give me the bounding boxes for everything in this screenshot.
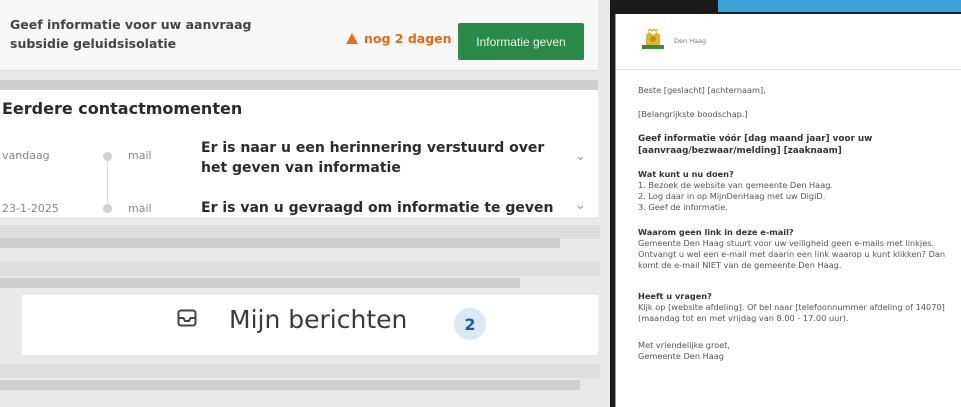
municipality-crest-logo [642,29,664,49]
contact-date: vandaag [2,149,50,162]
contact-item[interactable]: vandaag mail Er is naar u een herinnerin… [0,136,598,180]
email-sender: Gemeente Den Haag [638,351,724,361]
task-card: Geef informatie voor uw aanvraag subsidi… [0,0,598,71]
contact-moments-title: Eerdere contactmomenten [2,99,243,118]
background-rail [0,364,600,378]
contact-moments-card: Eerdere contactmomenten vandaag mail Er … [0,90,598,217]
chevron-down-icon[interactable]: ⌄ [575,198,586,213]
background-rail [0,278,520,288]
email-preview: Den Haag Beste [geslacht] [achternaam], … [615,14,961,407]
questions-title: Heeft u vragen? [638,291,712,301]
what-title: Wat kunt u nu doen? [638,169,734,179]
background-rail [0,262,600,276]
step-item: 1. Bezoek de website van gemeente Den Ha… [638,180,834,190]
deadline-badge: nog 2 dagen [346,31,452,46]
background-rail [0,238,560,248]
warning-icon [346,33,358,44]
my-messages-button[interactable]: Mijn berichten 2 [22,295,598,355]
no-link-text: Gemeente Den Haag stuurt voor uw veiligh… [638,238,946,270]
chevron-down-icon[interactable]: ⌄ [575,149,586,164]
no-link-title: Waarom geen link in deze e-mail? [638,227,794,237]
timeline-dot [103,152,112,161]
email-top-bar [718,0,961,12]
steps-list: 1. Bezoek de website van gemeente Den Ha… [638,180,958,213]
email-header: Den Haag [616,14,961,70]
organisation-name: Den Haag [674,37,707,45]
task-title: Geef informatie voor uw aanvraag subsidi… [10,17,252,51]
deadline-text: nog 2 dagen [364,31,452,46]
step-item: 2. Log daar in op MijnDenHaag met uw Dig… [638,191,826,201]
contact-item[interactable]: 23-1-2025 mail Er is van u gevraagd om i… [0,190,598,234]
email-subject: Geef informatie vóór [dag maand jaar] vo… [638,134,873,156]
email-placeholder: [Belangrijkste boodschap.] [638,109,748,119]
contact-date: 23-1-2025 [2,202,59,215]
unread-count-badge: 2 [454,308,486,340]
contact-type: mail [128,202,152,215]
step-item: 3. Geef de informatie. [638,202,728,212]
timeline-dot [103,204,112,213]
inbox-icon [177,309,197,327]
email-greeting: Beste [geslacht] [achternaam], [638,85,766,95]
give-information-button[interactable]: Informatie geven [458,23,584,60]
contact-type: mail [128,149,152,162]
email-closing: Met vriendelijke groet, [638,340,731,350]
background-rail [0,380,580,390]
contact-text: Er is van u gevraagd om informatie te ge… [201,200,554,216]
contact-text: Er is naar u een herinnering verstuurd o… [201,140,545,176]
my-messages-label: Mijn berichten [229,305,408,334]
questions-text: Kijk op [website afdeling]. Of bel naar … [638,302,945,323]
